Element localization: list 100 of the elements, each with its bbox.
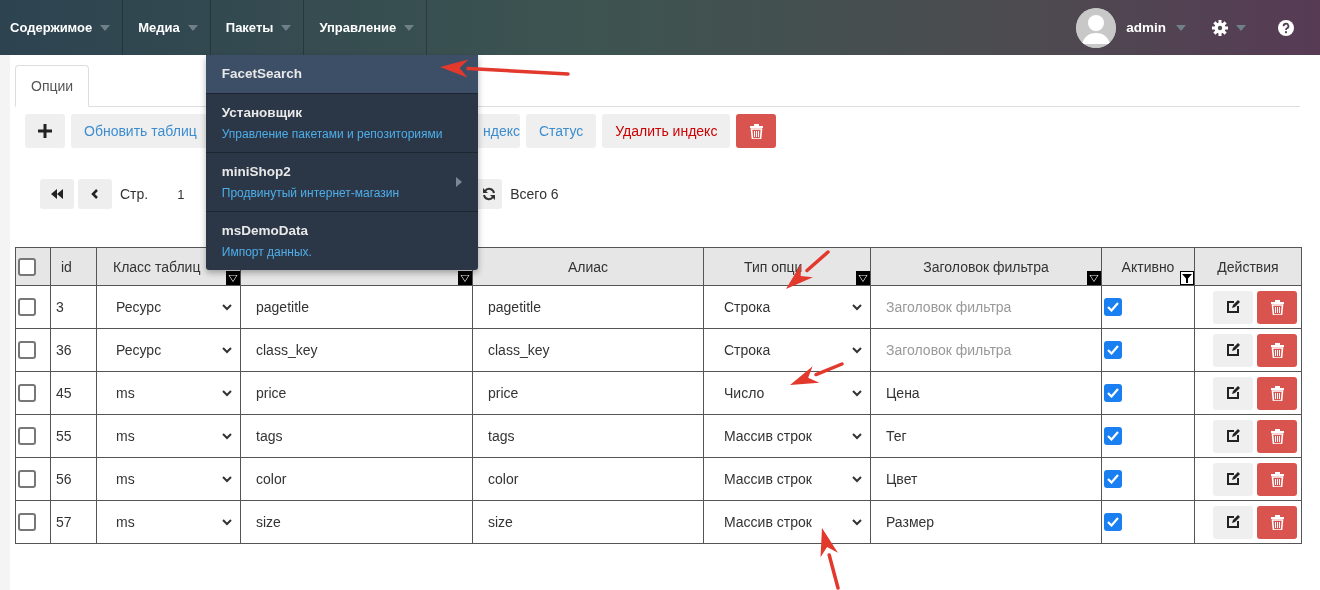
caret-icon <box>1236 24 1246 31</box>
caret-icon <box>100 24 111 31</box>
add-button[interactable] <box>25 114 65 148</box>
annotation-arrow <box>820 528 840 590</box>
previous-page-button[interactable] <box>78 179 112 209</box>
table-cell-text: color <box>487 471 519 487</box>
help-icon[interactable] <box>1278 19 1294 36</box>
filter-icon[interactable] <box>458 271 472 285</box>
select-all-checkbox[interactable] <box>18 257 36 276</box>
table-cell-text: pagetitle <box>487 299 541 315</box>
edit-icon <box>1226 386 1240 400</box>
type-select[interactable]: Число <box>704 372 870 414</box>
menu-item-description: Продвинутый интернет-магазин <box>221 186 401 200</box>
edit-icon <box>1226 300 1240 314</box>
delete-button[interactable] <box>1257 505 1297 539</box>
type-select[interactable]: Строка <box>704 286 870 328</box>
edit-button[interactable] <box>1213 462 1253 496</box>
row-checkbox[interactable] <box>18 384 36 402</box>
active-checkbox[interactable] <box>1104 341 1122 359</box>
edit-button[interactable] <box>1213 290 1253 324</box>
column-header: Заголовок фильтра <box>870 247 1102 286</box>
chevron-icon <box>852 432 862 440</box>
table-cell-text: Тег <box>885 428 907 444</box>
row-checkbox[interactable] <box>18 298 36 316</box>
chevron-icon <box>222 303 232 311</box>
delete-button[interactable] <box>1257 333 1297 367</box>
trash-icon <box>1270 428 1284 444</box>
settings-icon[interactable] <box>1212 19 1228 36</box>
avatar-icon[interactable] <box>1076 7 1117 48</box>
delete-button[interactable] <box>1257 462 1297 496</box>
active-checkbox[interactable] <box>1104 384 1122 402</box>
type-select[interactable]: Строка <box>704 329 870 371</box>
edit-button[interactable] <box>1213 333 1253 367</box>
table-cell-text: Цена <box>885 385 920 401</box>
trash-icon <box>1270 299 1284 315</box>
edit-icon <box>1226 472 1240 486</box>
class-select[interactable]: ms <box>97 372 240 414</box>
menu-item-title: FacetSearch <box>221 66 304 81</box>
filter-icon[interactable] <box>226 271 240 285</box>
menu-item-title: miniShop2 <box>221 164 292 179</box>
chevron-icon <box>222 389 232 397</box>
delete-button[interactable] <box>736 114 777 148</box>
active-checkbox[interactable] <box>1104 427 1122 445</box>
type-select[interactable]: Массив строк <box>704 458 870 500</box>
chevron-icon <box>852 303 862 311</box>
chevron-icon <box>852 518 862 526</box>
tab[interactable]: Опции <box>15 65 90 107</box>
user-name[interactable]: admin <box>1126 20 1166 35</box>
edit-button[interactable] <box>1213 419 1253 453</box>
table-cell-text: 55 <box>55 428 72 444</box>
chevron-icon <box>852 346 862 354</box>
filter-icon[interactable] <box>1087 271 1101 285</box>
table-cell-text: price <box>255 385 287 401</box>
active-checkbox[interactable] <box>1104 513 1122 531</box>
row-checkbox[interactable] <box>18 513 36 531</box>
row-checkbox[interactable] <box>18 341 36 359</box>
column-header: Активно <box>1101 247 1195 286</box>
table-cell-text: Размер <box>885 514 935 530</box>
row-checkbox[interactable] <box>18 427 36 445</box>
edit-icon <box>1226 515 1240 529</box>
chevron-icon <box>222 475 232 483</box>
trash-icon <box>1270 471 1284 487</box>
table-cell-text: 36 <box>55 342 72 358</box>
class-select[interactable]: Ресурс <box>97 286 240 328</box>
chevron-icon <box>852 389 862 397</box>
table-cell-text: 56 <box>55 471 72 487</box>
table-cell-text: price <box>487 385 519 401</box>
column-header: Тип опци <box>703 247 871 286</box>
active-checkbox[interactable] <box>1104 470 1122 488</box>
edit-button[interactable] <box>1213 376 1253 410</box>
class-select[interactable]: ms <box>97 458 240 500</box>
class-select[interactable]: ms <box>97 415 240 457</box>
delete-button[interactable] <box>1257 376 1297 410</box>
chevron-icon <box>222 432 232 440</box>
type-select[interactable]: Массив строк <box>704 415 870 457</box>
filter-icon[interactable] <box>856 271 870 285</box>
edit-icon <box>1226 343 1240 357</box>
caret-icon <box>187 24 198 31</box>
class-select[interactable]: Ресурс <box>97 329 240 371</box>
menu-item[interactable]: FacetSearch <box>205 55 478 94</box>
column-header: Алиас <box>472 247 704 286</box>
nav-menu[interactable]: Управление <box>304 0 428 55</box>
filter-icon[interactable] <box>1180 271 1194 285</box>
table-cell-text: Цвет <box>885 471 918 487</box>
delete-button[interactable] <box>1257 419 1297 453</box>
caret-icon <box>281 24 292 31</box>
table-cell-text: tags <box>487 428 515 444</box>
table-cell-text: size <box>255 514 281 530</box>
delete-button[interactable] <box>1257 290 1297 324</box>
type-select[interactable]: Массив строк <box>704 501 870 543</box>
active-checkbox[interactable] <box>1104 298 1122 316</box>
chevron-left-icon <box>91 189 99 199</box>
row-checkbox[interactable] <box>18 470 36 488</box>
refresh-icon <box>482 187 497 201</box>
toolbar-button[interactable]: Удалить индекс <box>602 114 731 148</box>
table-cell-text: 57 <box>55 514 72 530</box>
menu-item-title: msDemoData <box>221 223 310 238</box>
class-select[interactable]: ms <box>97 501 240 543</box>
edit-button[interactable] <box>1213 505 1253 539</box>
first-page-button[interactable] <box>40 179 74 209</box>
